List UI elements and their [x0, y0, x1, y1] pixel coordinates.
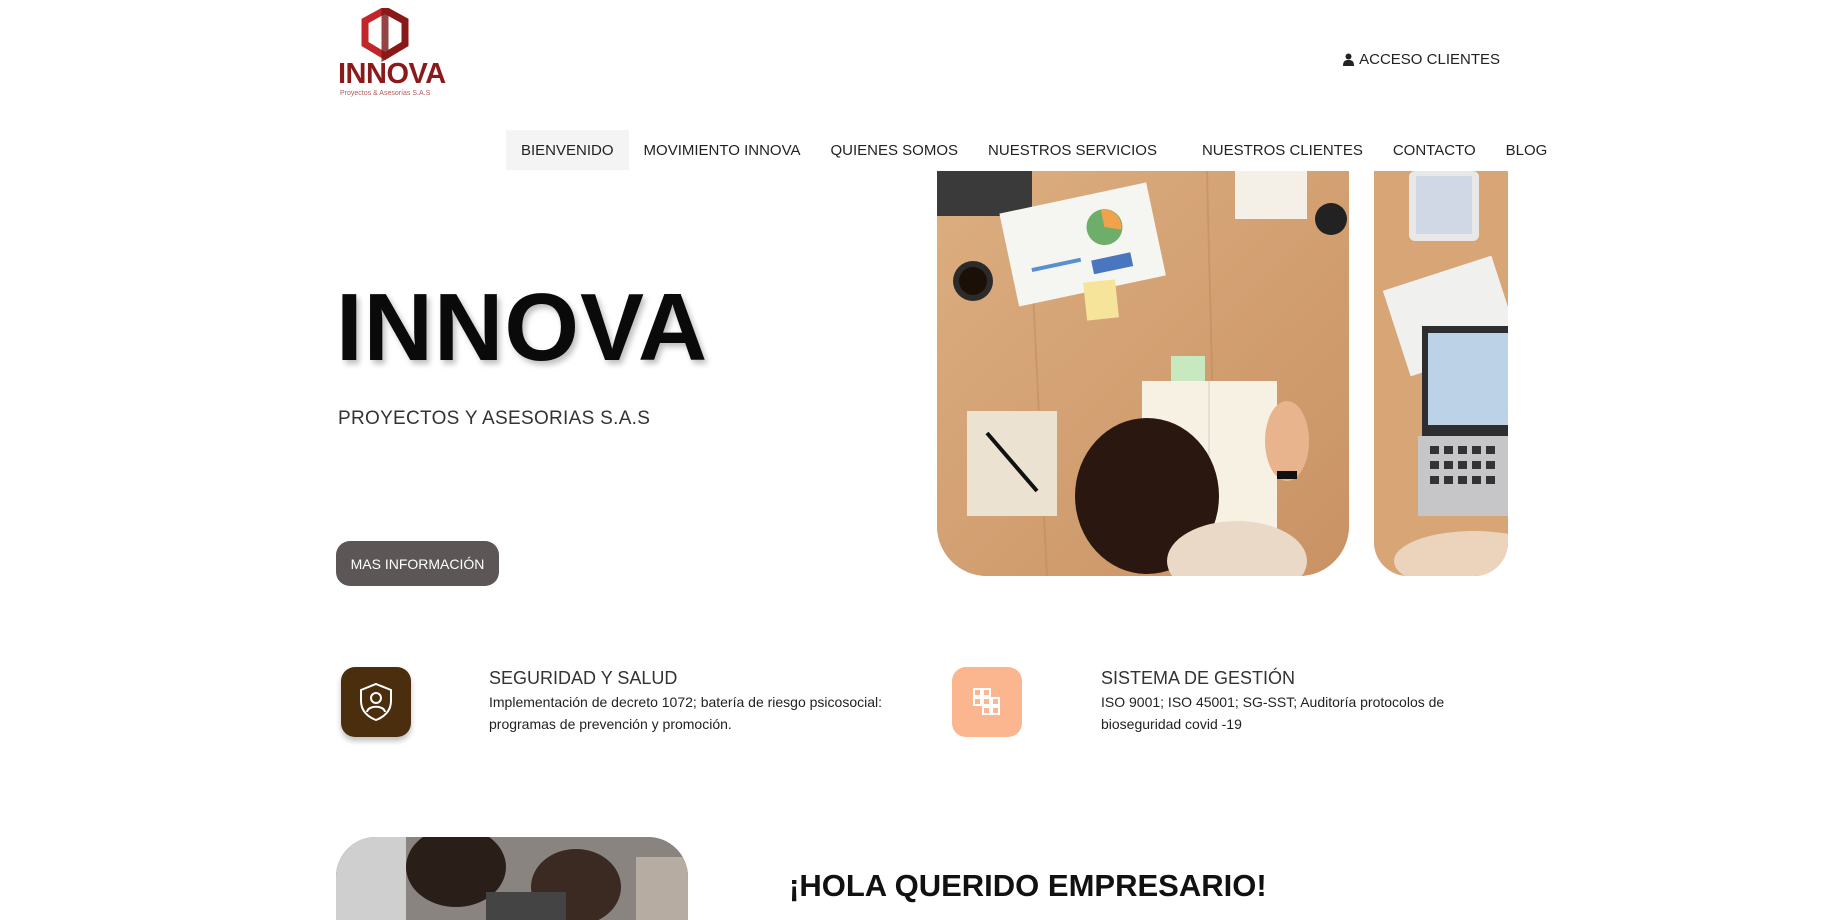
nav-item-nuestros-servicios[interactable]: NUESTROS SERVICIOS — [973, 130, 1172, 170]
grid-blocks-icon — [952, 667, 1022, 737]
mas-informacion-button[interactable]: MAS INFORMACIÓN — [336, 541, 499, 586]
nav-item-quienes-somos[interactable]: QUIENES SOMOS — [816, 130, 974, 170]
hero-title: INNOVA — [336, 274, 709, 381]
main-nav: BIENVENIDO MOVIMIENTO INNOVA QUIENES SOM… — [506, 130, 1562, 170]
shield-user-icon — [341, 667, 411, 737]
hero-subtitle: PROYECTOS Y ASESORIAS S.A.S — [338, 408, 651, 429]
hero-photo-desk — [937, 171, 1349, 576]
acceso-clientes-link[interactable]: ACCESO CLIENTES — [1343, 51, 1500, 68]
feature-sistema-description: ISO 9001; ISO 45001; SG-SST; Auditoría p… — [1101, 694, 1445, 732]
nav-item-movimiento-innova[interactable]: MOVIMIENTO INNOVA — [629, 130, 816, 170]
brand-logo[interactable]: INNOVA Proyectos & Asesorías S.A.S — [338, 8, 446, 98]
hexagon-logo-icon — [361, 8, 409, 63]
nav-item-blog[interactable]: BLOG — [1491, 130, 1563, 170]
nav-item-bienvenido[interactable]: BIENVENIDO — [506, 130, 629, 170]
feature-seguridad-description: Implementación de decreto 1072; batería … — [489, 694, 883, 732]
hero-photo-laptop — [1374, 171, 1508, 576]
feature-sistema-title: SISTEMA DE GESTIÓN — [1101, 668, 1296, 688]
user-icon — [1343, 53, 1355, 66]
section-heading: ¡HOLA QUERIDO EMPRESARIO! — [789, 868, 1267, 903]
logo-tagline: Proyectos & Asesorías S.A.S — [340, 90, 431, 97]
acceso-clientes-label: ACCESO CLIENTES — [1359, 51, 1500, 68]
nav-item-contacto[interactable]: CONTACTO — [1378, 130, 1491, 170]
feature-seguridad-title: SEGURIDAD Y SALUD — [489, 668, 678, 688]
logo-wordmark: INNOVA — [338, 58, 446, 90]
nav-item-nuestros-clientes[interactable]: NUESTROS CLIENTES — [1187, 130, 1378, 170]
section-photo-meeting — [336, 837, 688, 920]
